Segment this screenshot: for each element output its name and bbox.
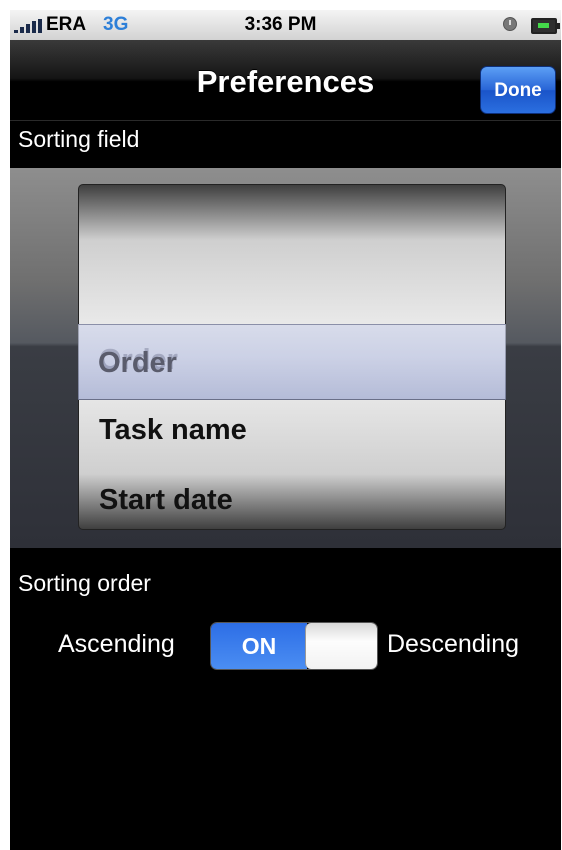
phone-screen: ERA 3G 3:36 PM Preferences Done Sorting … <box>10 10 561 850</box>
sorting-order-toggle[interactable]: ON <box>210 622 378 670</box>
navigation-bar: Preferences Done <box>10 40 561 121</box>
battery-charging-icon <box>531 18 560 34</box>
picker-wheel[interactable]: Order Task name Start date <box>78 184 506 530</box>
done-button[interactable]: Done <box>480 66 556 114</box>
status-bar: ERA 3G 3:36 PM <box>10 10 561 40</box>
picker-option-start-date[interactable]: Start date <box>79 465 505 529</box>
picker-option-task-name[interactable]: Task name <box>79 395 505 465</box>
toggle-on-label: ON <box>211 623 307 669</box>
page-title: Preferences <box>196 64 375 99</box>
sorting-field-header: Sorting field <box>18 126 140 152</box>
alarm-clock-icon <box>503 17 517 31</box>
status-time: 3:36 PM <box>244 14 317 35</box>
sorting-order-row: Ascending ON Descending <box>10 620 561 672</box>
sorting-field-picker[interactable]: Order Task name Start date Order <box>10 168 561 548</box>
descending-label: Descending <box>387 630 520 658</box>
sorting-order-header: Sorting order <box>18 570 151 596</box>
picker-option-order[interactable]: Order <box>79 325 505 395</box>
ascending-label: Ascending <box>58 630 175 658</box>
toggle-knob[interactable] <box>305 623 377 669</box>
